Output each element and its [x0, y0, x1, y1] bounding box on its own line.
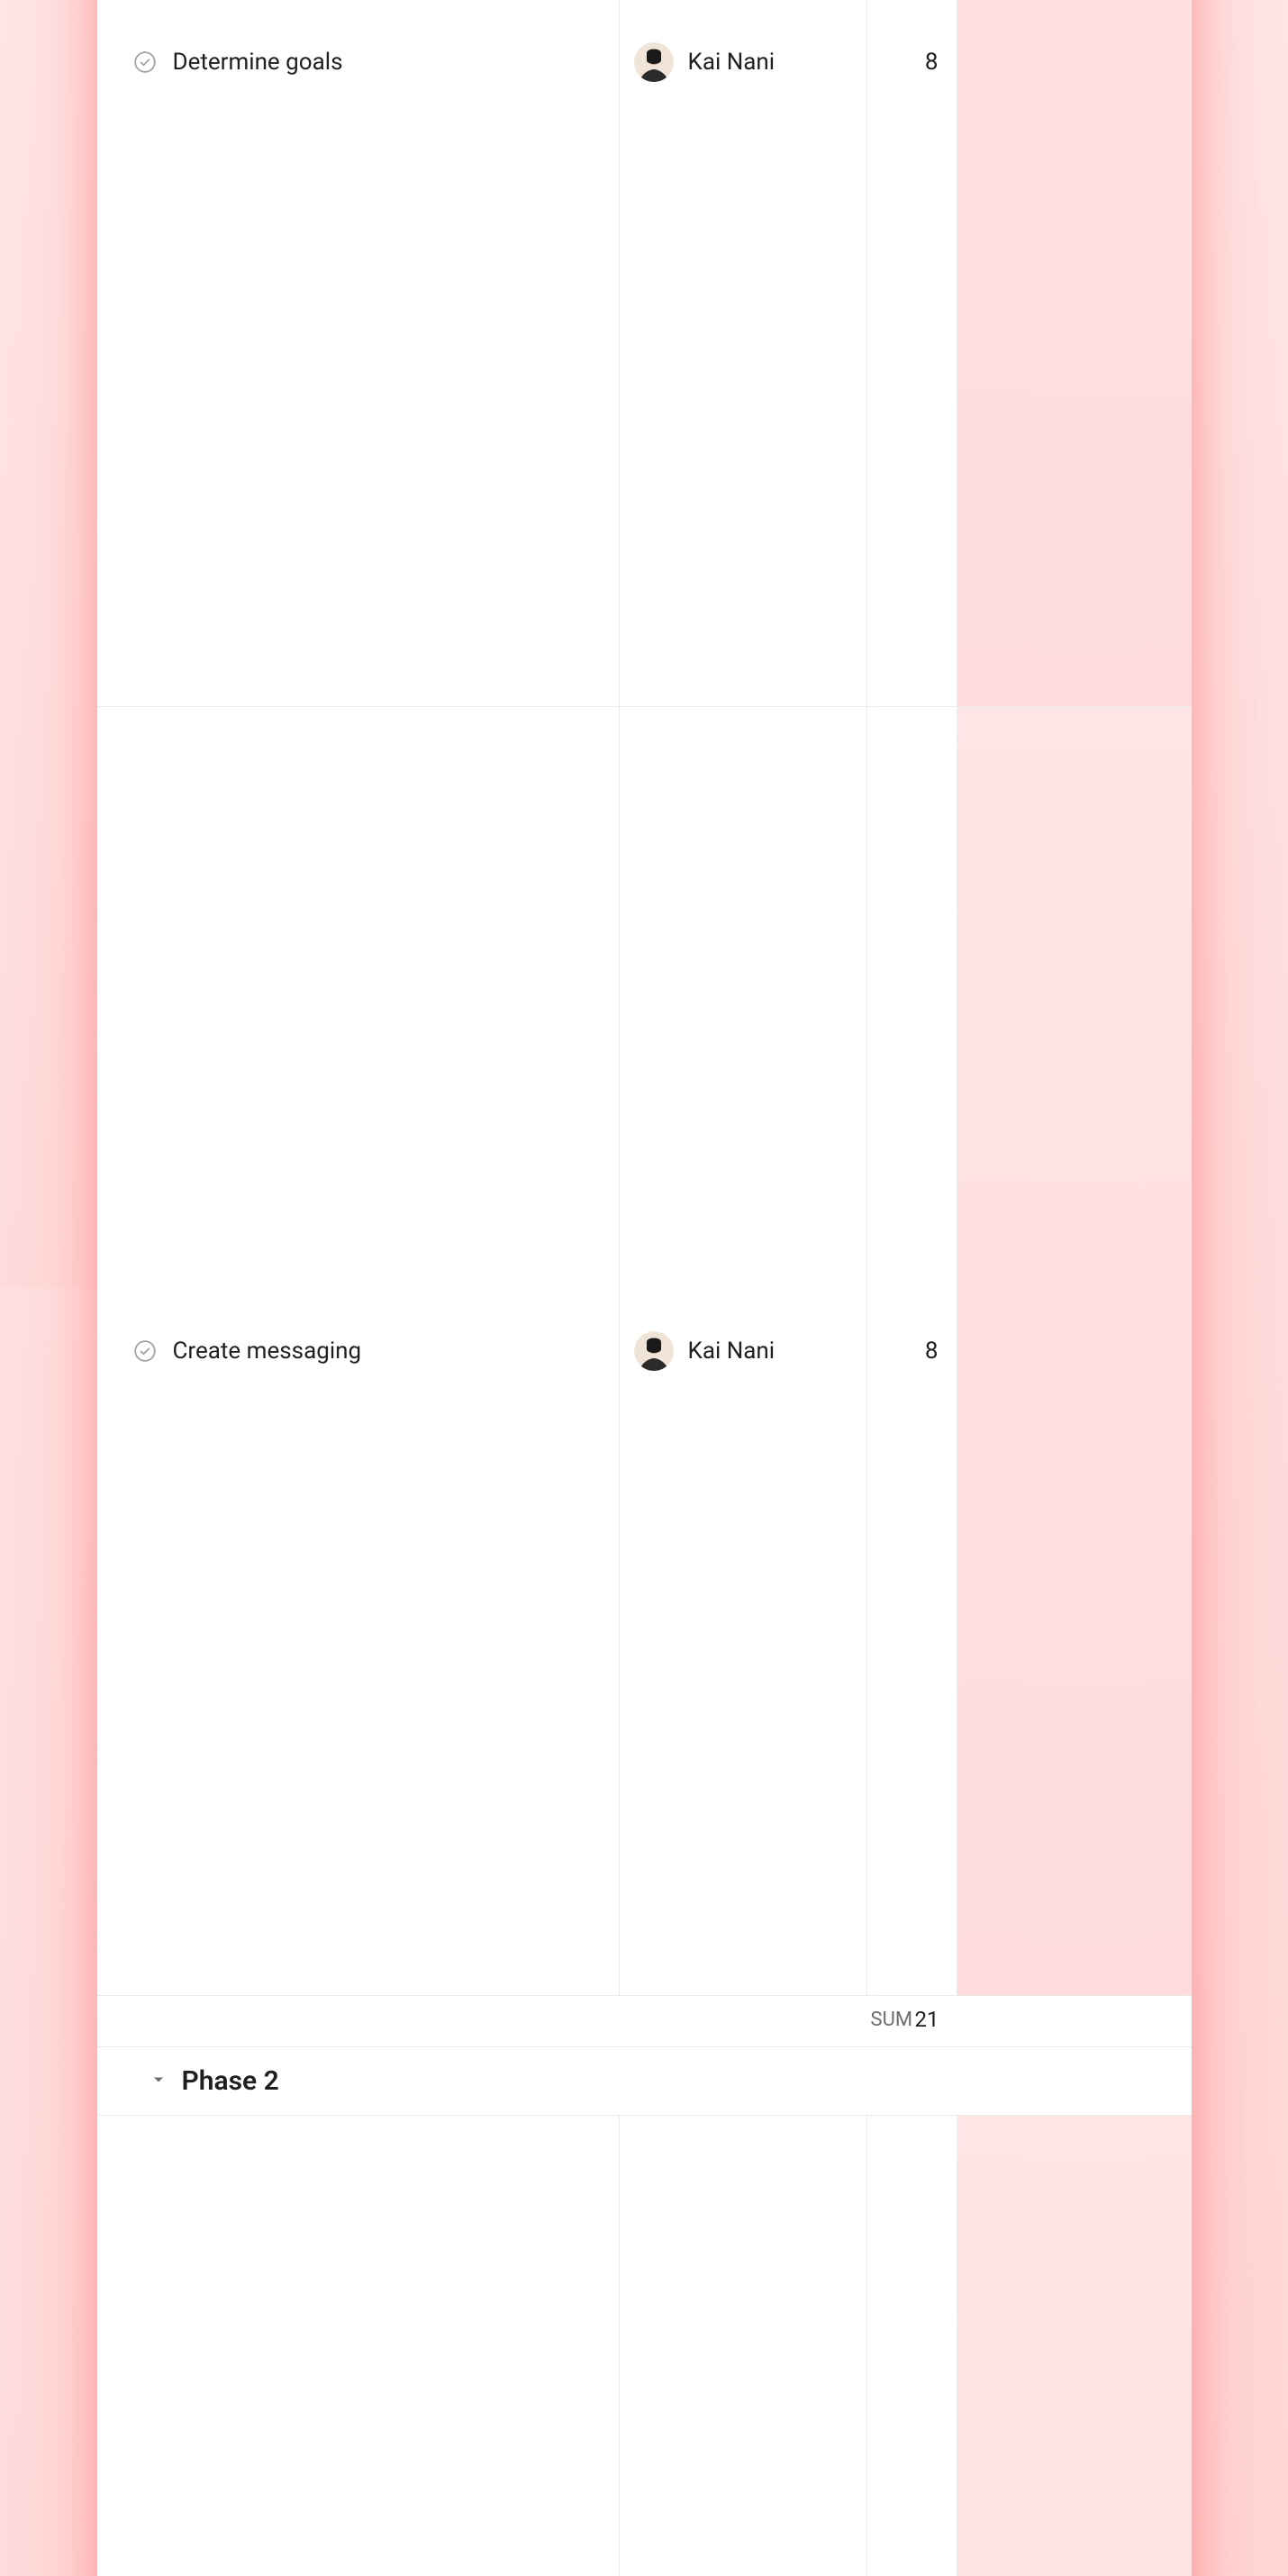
- avatar[interactable]: [634, 42, 674, 82]
- assignee-name: Kai Nani: [688, 1338, 776, 1365]
- project-card: New hire onboarding List Board Timeline …: [97, 0, 1192, 2576]
- task-name: Determine goals: [173, 49, 343, 76]
- task-row[interactable]: Create messaging Kai Nani 8 Planning: [97, 707, 1192, 1996]
- assignee-name: Kai Nani: [688, 49, 776, 76]
- avatar[interactable]: [634, 1331, 674, 1371]
- sum-value: 21: [915, 2007, 939, 2032]
- empty-cell: [1138, 707, 1192, 1995]
- task-name: Create messaging: [173, 1338, 362, 1365]
- caret-down-icon: [150, 2071, 168, 2092]
- task-row[interactable]: Design assets Dave Jung 5 Production: [97, 2116, 1192, 2576]
- sum-row: SUM 21: [97, 1996, 1192, 2046]
- effort-value[interactable]: 5: [867, 2116, 957, 2576]
- section-title: Phase 2: [182, 2065, 279, 2097]
- empty-cell: [1138, 0, 1192, 706]
- section-header-phase-2[interactable]: Phase 2: [97, 2046, 1192, 2116]
- sum-label: SUM: [867, 2009, 913, 2031]
- effort-value[interactable]: 8: [867, 0, 957, 706]
- empty-cell: [1138, 2116, 1192, 2576]
- task-row[interactable]: Determine goals Kai Nani 8 Planning: [97, 0, 1192, 707]
- effort-value[interactable]: 8: [867, 707, 957, 1995]
- checkmark-circle-icon[interactable]: [133, 50, 157, 74]
- checkmark-circle-icon[interactable]: [133, 1339, 157, 1363]
